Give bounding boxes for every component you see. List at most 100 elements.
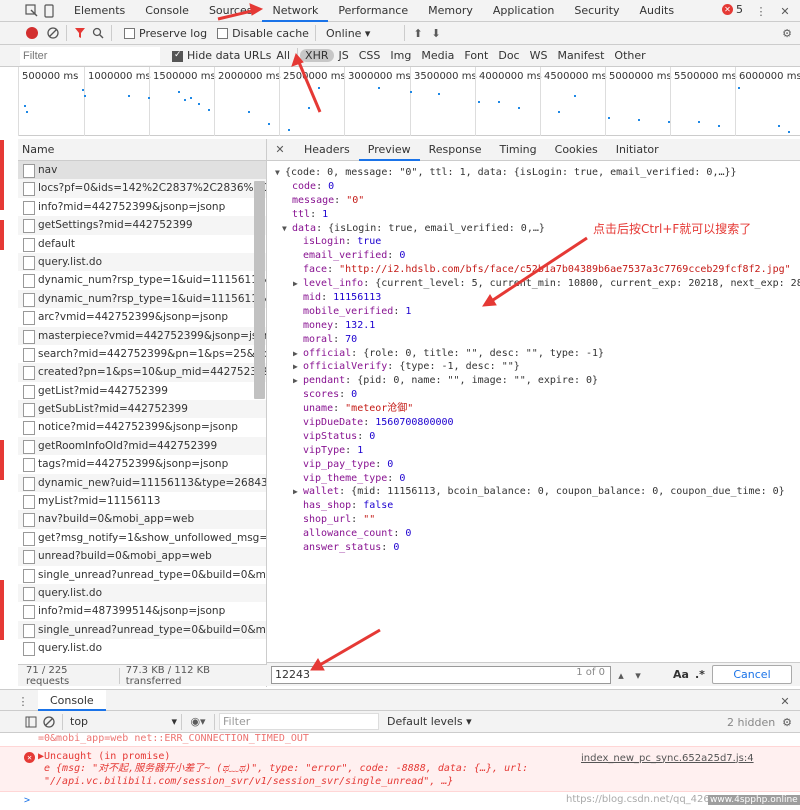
json-row-official[interactable]: ▶ official: {role: 0, title: "", desc: ""… [275,347,800,361]
live-expression-eye-icon[interactable]: ◉▾ [186,713,210,731]
request-row[interactable]: getSubList?mid=442752399 [18,400,266,419]
filter-type-css[interactable]: CSS [354,49,386,62]
search-input[interactable]: 12243 [271,666,611,684]
json-row-pendant[interactable]: ▶ pendant: {pid: 0, name: "", image: "", … [275,374,800,388]
request-row[interactable]: dynamic_num?rsp_type=1&uid=11156113&up [18,289,266,309]
tab-console[interactable]: Console [135,0,199,22]
request-row[interactable]: single_unread?unread_type=0&build=0&mob [18,566,266,584]
filter-type-font[interactable]: Font [459,49,493,62]
request-row[interactable]: nav [18,161,266,180]
tab-network[interactable]: Network [262,0,329,22]
request-row[interactable]: created?pn=1&ps=10&up_mid=442752399&j [18,363,266,382]
request-row[interactable]: masterpiece?vmid=442752399&jsonp=jsonp [18,326,266,345]
search-icon[interactable] [89,24,107,42]
filter-type-ws[interactable]: WS [525,49,553,62]
tab-audits[interactable]: Audits [630,0,685,22]
json-row-level-info[interactable]: ▶ level_info: {current_level: 5, current_… [275,277,800,291]
request-row[interactable]: info?mid=487399514&jsonp=jsonp [18,602,266,620]
regex-toggle[interactable]: .* [695,668,705,681]
timeline-overview[interactable]: 500000 ms 1000000 ms 1500000 ms 2000000 … [18,67,800,136]
tab-headers[interactable]: Headers [295,139,359,161]
request-row[interactable]: search?mid=442752399&pn=1&ps=25&jsonp [18,345,266,363]
request-row[interactable]: unread?build=0&mobi_app=web [18,547,266,566]
filter-icon[interactable] [71,24,89,42]
request-row[interactable]: locs?pf=0&ids=142%2C2837%2C2836%2C2837 [18,179,266,198]
request-row[interactable]: get?msg_notify=1&show_unfollowed_msg=18 [18,529,266,547]
filter-type-other[interactable]: Other [609,49,650,62]
tab-performance[interactable]: Performance [328,0,418,22]
tab-security[interactable]: Security [564,0,629,22]
filter-input[interactable] [20,46,160,65]
request-row[interactable]: query.list.do [18,639,266,657]
close-devtools-icon[interactable]: ✕ [776,2,794,20]
search-prev-icon[interactable]: ▴ [612,666,630,684]
request-row[interactable]: default [18,235,266,253]
hide-data-urls-checkbox[interactable]: Hide data URLs [172,49,271,62]
error-source-link[interactable]: index_new_pc_sync.652a25d7.js:4 [581,753,754,764]
tab-cookies[interactable]: Cookies [546,139,607,161]
timeline-request-dot [718,125,720,127]
preserve-log-checkbox[interactable]: Preserve log [124,27,207,40]
request-row[interactable]: dynamic_new?uid=11156113&type=26843545 [18,473,266,493]
export-har-icon[interactable]: ⬇ [427,24,445,42]
clear-icon[interactable] [44,24,62,42]
tab-timing[interactable]: Timing [490,139,545,161]
device-toolbar-icon[interactable] [40,2,58,20]
console-filter-input[interactable]: Filter [219,713,379,730]
tab-sources[interactable]: Sources [199,0,263,22]
request-row[interactable]: myList?mid=11156113 [18,492,266,510]
request-row[interactable]: getSettings?mid=442752399 [18,216,266,235]
import-har-icon[interactable]: ⬆ [409,24,427,42]
name-column-header[interactable]: Name [18,139,266,161]
filter-type-manifest[interactable]: Manifest [552,49,609,62]
request-row[interactable]: arc?vmid=442752399&jsonp=jsonp [18,308,266,326]
request-row[interactable]: notice?mid=442752399&jsonp=jsonp [18,418,266,436]
request-row[interactable]: tags?mid=442752399&jsonp=jsonp [18,455,266,473]
more-options-icon[interactable]: ⋮ [752,2,770,20]
context-select[interactable]: top ▾ [67,714,177,730]
json-row-wallet[interactable]: ▶ wallet: {mid: 11156113, bcoin_balance: … [275,485,800,499]
json-row-official-verify[interactable]: ▶ officialVerify: {type: -1, desc: ""} [275,360,800,374]
request-list-scrollbar[interactable] [254,181,265,399]
match-case-toggle[interactable]: Aa [673,668,689,681]
error-counter[interactable]: ✕ 5 [722,3,743,16]
filter-type-xhr[interactable]: XHR [300,49,334,62]
inspect-element-icon[interactable] [22,2,40,20]
record-button[interactable] [26,27,38,39]
tab-response[interactable]: Response [420,139,491,161]
close-drawer-icon[interactable]: ✕ [776,692,794,710]
filter-type-doc[interactable]: Doc [493,49,524,62]
close-detail-icon[interactable]: ✕ [271,141,289,159]
filter-type-img[interactable]: Img [385,49,416,62]
request-row[interactable]: nav?build=0&mobi_app=web [18,510,266,529]
filter-type-js[interactable]: JS [334,49,354,62]
request-row[interactable]: query.list.do [18,252,266,272]
tab-application[interactable]: Application [483,0,564,22]
console-sidebar-icon[interactable] [22,713,40,731]
filter-type-all[interactable]: All [271,49,295,62]
tab-preview[interactable]: Preview [358,139,420,161]
tab-initiator[interactable]: Initiator [607,139,668,161]
tab-memory[interactable]: Memory [418,0,483,22]
console-clear-icon[interactable] [40,713,58,731]
tab-elements[interactable]: Elements [64,0,135,22]
timeline-request-dot [698,121,700,123]
request-row[interactable]: query.list.do [18,583,266,603]
log-levels-select[interactable]: Default levels ▾ [387,715,472,728]
filter-type-media[interactable]: Media [416,49,459,62]
request-row[interactable]: single_unread?unread_type=0&build=0&mob [18,620,266,640]
request-row[interactable]: info?mid=442752399&jsonp=jsonp [18,198,266,216]
search-cancel-button[interactable]: Cancel [712,665,792,684]
drawer-menu-icon[interactable]: ⋮ [14,692,32,710]
settings-gear-icon[interactable]: ⚙ [778,24,796,42]
disable-cache-checkbox[interactable]: Disable cache [217,27,309,40]
request-row[interactable]: getList?mid=442752399 [18,382,266,400]
throttle-select[interactable]: Online ▾ [326,27,400,40]
console-settings-gear-icon[interactable]: ⚙ [778,713,796,731]
request-row[interactable]: dynamic_num?rsp_type=1&uid=11156113&up [18,271,266,289]
json-row: vipStatus: 0 [303,430,376,442]
tab-drawer-console[interactable]: Console [38,689,106,711]
json-root-row[interactable]: ▼ {code: 0, message: "0", ttl: 1, data: {… [275,166,800,180]
search-next-icon[interactable]: ▾ [629,666,647,684]
request-row[interactable]: getRoomInfoOld?mid=442752399 [18,436,266,456]
